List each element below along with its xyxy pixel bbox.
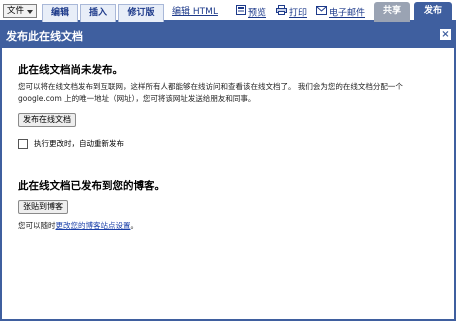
envelope-icon — [316, 5, 327, 21]
dialog-title: 发布此在线文档 — [6, 30, 83, 43]
auto-republish-label: 执行更改时，自动重新发布 — [34, 139, 124, 148]
blog-settings-text: 您可以随时更改您的博客站点设置。 — [18, 220, 446, 232]
publish-document-button[interactable]: 发布在线文档 — [18, 113, 76, 127]
blog-heading: 此在线文档已发布到您的博客。 — [18, 180, 165, 192]
blog-settings-link[interactable]: 更改您的博客站点设置 — [56, 221, 131, 230]
tab-edit-html[interactable]: 编辑 HTML — [170, 4, 220, 22]
auto-republish-checkbox[interactable] — [18, 139, 28, 149]
preview-label: 预览 — [248, 8, 267, 19]
tab-revisions-label: 修订版 — [127, 8, 155, 18]
publish-tab-label: 发布 — [423, 6, 442, 16]
dialog-body: 此在线文档尚未发布。 您可以将在线文档发布到互联网，这样所有人都能够在线访问和查… — [0, 48, 456, 321]
file-menu-label: 文件 — [7, 6, 25, 16]
post-to-blog-button-label: 张贴到博客 — [23, 202, 63, 211]
tab-edit[interactable]: 编辑 — [42, 4, 78, 22]
publish-document-button-label: 发布在线文档 — [23, 115, 71, 124]
printer-icon — [276, 5, 287, 21]
tab-edit-html-label: 编辑 HTML — [172, 7, 218, 17]
tab-revisions[interactable]: 修订版 — [118, 4, 164, 22]
tab-insert-label: 插入 — [88, 8, 107, 18]
publish-description: 您可以将在线文档发布到互联网，这样所有人都能够在线访问和查看该在线文档了。 我们… — [18, 82, 403, 103]
close-icon[interactable]: × — [440, 29, 451, 40]
blog-settings-prefix: 您可以随时 — [18, 221, 56, 230]
chevron-down-icon — [27, 10, 33, 14]
share-tab[interactable]: 共享 — [374, 2, 410, 22]
file-menu[interactable]: 文件 — [3, 4, 37, 18]
print-link[interactable]: 打印 — [276, 5, 307, 21]
preview-link[interactable]: 预览 — [236, 5, 266, 21]
print-label: 打印 — [289, 8, 308, 19]
email-label: 电子邮件 — [329, 8, 366, 19]
blog-settings-suffix: 。 — [130, 221, 139, 230]
email-link[interactable]: 电子邮件 — [316, 5, 365, 21]
editor-toolbar: 文件 编辑 插入 修订版 编辑 HTML 预览 打印 电子邮件 共享 发布 — [0, 0, 456, 22]
post-to-blog-button[interactable]: 张贴到博客 — [18, 200, 68, 214]
tab-edit-label: 编辑 — [50, 8, 69, 18]
publish-tab[interactable]: 发布 — [414, 2, 452, 22]
share-tab-label: 共享 — [382, 6, 401, 16]
unpublished-heading: 此在线文档尚未发布。 — [18, 64, 123, 76]
preview-icon — [236, 5, 246, 21]
dialog-header: 发布此在线文档 × — [0, 22, 456, 48]
tab-insert[interactable]: 插入 — [80, 4, 116, 22]
auto-republish-row[interactable]: 执行更改时，自动重新发布 — [18, 138, 124, 150]
